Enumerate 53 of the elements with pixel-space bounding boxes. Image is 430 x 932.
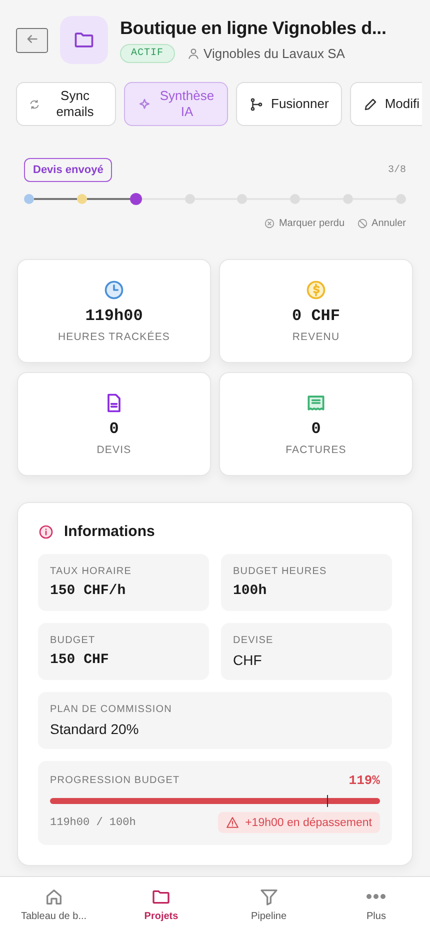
field-value: 150 CHF [50, 652, 110, 668]
stat-label: HEURES TRACKÉES [58, 331, 170, 343]
sync-icon [29, 98, 40, 110]
pencil-icon [362, 96, 378, 112]
overrun-alert: +19h00 en dépassement [218, 812, 380, 833]
field-label: BUDGET HEURES [233, 566, 328, 577]
field-label: PROGRESSION BUDGET [50, 775, 180, 786]
field-value: 100h [233, 583, 268, 599]
field-value: 150 CHF/h [50, 583, 127, 599]
warning-icon [226, 816, 240, 829]
action-button[interactable]: Modifi [350, 82, 422, 126]
stat-value: 0 [109, 420, 119, 438]
stat-value: 0 CHF [292, 307, 340, 325]
merge-icon [249, 96, 264, 112]
project-title: Boutique en ligne Vignobles d... [120, 17, 386, 39]
percent-value: 119% [348, 773, 380, 788]
stage-badge: Devis envoyé [24, 158, 112, 182]
info-icon [38, 524, 54, 540]
field-label: DEVISE [233, 635, 274, 646]
action-button[interactable]: Fusionner [236, 82, 342, 126]
clock-icon [103, 279, 125, 301]
section-title: Informations [64, 523, 155, 540]
nav-tab[interactable]: Pipeline [215, 877, 322, 932]
funnel-icon [258, 887, 279, 907]
action-button[interactable]: Sync emails [16, 82, 116, 126]
hours-reading: 119h00 / 100h [50, 816, 136, 828]
stat-value: 119h00 [85, 307, 143, 325]
stat-label: FACTURES [286, 444, 346, 456]
stat-value: 0 [311, 420, 321, 438]
field-label: PLAN DE COMMISSION [50, 704, 173, 715]
coin-icon [305, 279, 327, 301]
client-name: Vignobles du Lavaux SA [204, 46, 345, 61]
sparkle-icon [137, 96, 152, 112]
field-value: Standard 20% [50, 721, 140, 737]
field-label: BUDGET [50, 635, 96, 646]
prohibited-icon [356, 218, 368, 229]
status-badge: ACTIF [120, 44, 175, 63]
more-icon [366, 894, 386, 899]
back-button[interactable] [16, 28, 48, 52]
nav-tab[interactable]: Tableau de b... [0, 877, 108, 932]
budget-marker [327, 795, 328, 807]
field-value: CHF [233, 652, 263, 668]
close-circle-icon [264, 218, 275, 229]
home-icon [44, 887, 64, 907]
person-icon [186, 47, 200, 60]
field-label: TAUX HORAIRE [50, 566, 132, 577]
nav-tab[interactable]: Plus [322, 877, 430, 932]
step-counter: 3/8 [388, 164, 406, 176]
stat-label: DEVIS [96, 444, 132, 456]
link-button[interactable]: Annuler [356, 218, 406, 229]
link-button[interactable]: Marquer perdu [264, 218, 345, 229]
nav-tab[interactable]: Projets [108, 877, 215, 932]
stat-label: REVENU [292, 331, 340, 343]
